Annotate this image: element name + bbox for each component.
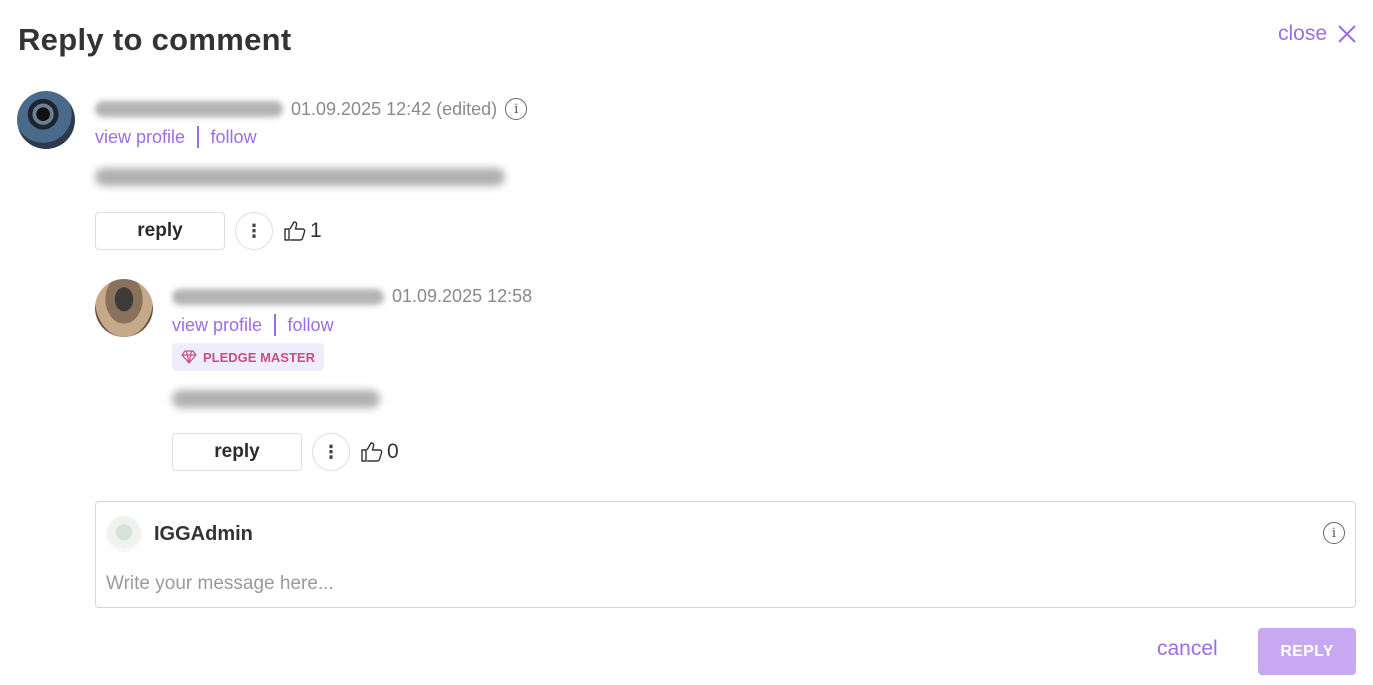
dialog-title: Reply to comment bbox=[18, 22, 292, 57]
more-options-icon[interactable]: ⋮ bbox=[312, 433, 350, 471]
reply-button[interactable]: reply bbox=[172, 433, 302, 471]
comment-meta: 01.09.2025 12:58 bbox=[172, 286, 532, 307]
user-badge: PLEDGE MASTER bbox=[172, 343, 324, 371]
avatar[interactable] bbox=[17, 91, 75, 149]
diamond-icon bbox=[181, 350, 197, 364]
comment-text bbox=[172, 390, 380, 408]
message-input[interactable] bbox=[106, 570, 1306, 598]
close-label: close bbox=[1277, 22, 1327, 45]
thumbs-up-icon bbox=[284, 221, 306, 241]
like-button[interactable]: 1 bbox=[283, 219, 322, 243]
close-icon bbox=[1338, 25, 1356, 43]
follow-link[interactable]: follow bbox=[288, 315, 334, 336]
close-button[interactable]: close bbox=[1278, 22, 1357, 46]
comment-actions: reply ⋮ 1 bbox=[95, 212, 322, 250]
like-count: 1 bbox=[310, 219, 322, 242]
avatar[interactable] bbox=[95, 279, 153, 337]
comment-text bbox=[95, 168, 505, 186]
avatar bbox=[106, 516, 142, 552]
composer-username: IGGAdmin bbox=[154, 523, 253, 545]
badge-label: PLEDGE MASTER bbox=[203, 349, 315, 365]
author-name bbox=[172, 288, 384, 305]
author-name bbox=[95, 101, 283, 117]
comment-meta: 01.09.2025 12:42 (edited) i bbox=[95, 98, 528, 120]
view-profile-link[interactable]: view profile bbox=[172, 315, 262, 336]
profile-links: view profile follow bbox=[95, 126, 257, 148]
comment-timestamp: 01.09.2025 12:42 (edited) bbox=[291, 98, 498, 119]
info-icon[interactable]: i bbox=[1323, 522, 1345, 544]
like-button[interactable]: 0 bbox=[360, 440, 399, 464]
comment-actions: reply ⋮ 0 bbox=[172, 433, 399, 471]
divider bbox=[197, 126, 199, 148]
reply-button[interactable]: reply bbox=[95, 212, 225, 250]
cancel-button[interactable]: cancel bbox=[1157, 637, 1218, 661]
view-profile-link[interactable]: view profile bbox=[95, 127, 185, 148]
like-count: 0 bbox=[387, 440, 399, 463]
reply-composer: IGGAdmin i bbox=[95, 501, 1356, 608]
follow-link[interactable]: follow bbox=[211, 127, 257, 148]
more-options-icon[interactable]: ⋮ bbox=[235, 212, 273, 250]
submit-reply-button[interactable]: REPLY bbox=[1258, 628, 1356, 675]
profile-links: view profile follow bbox=[172, 314, 334, 336]
divider bbox=[274, 314, 276, 336]
thumbs-up-icon bbox=[361, 442, 383, 462]
info-icon[interactable]: i bbox=[505, 98, 528, 120]
comment-timestamp: 01.09.2025 12:58 bbox=[392, 286, 533, 306]
